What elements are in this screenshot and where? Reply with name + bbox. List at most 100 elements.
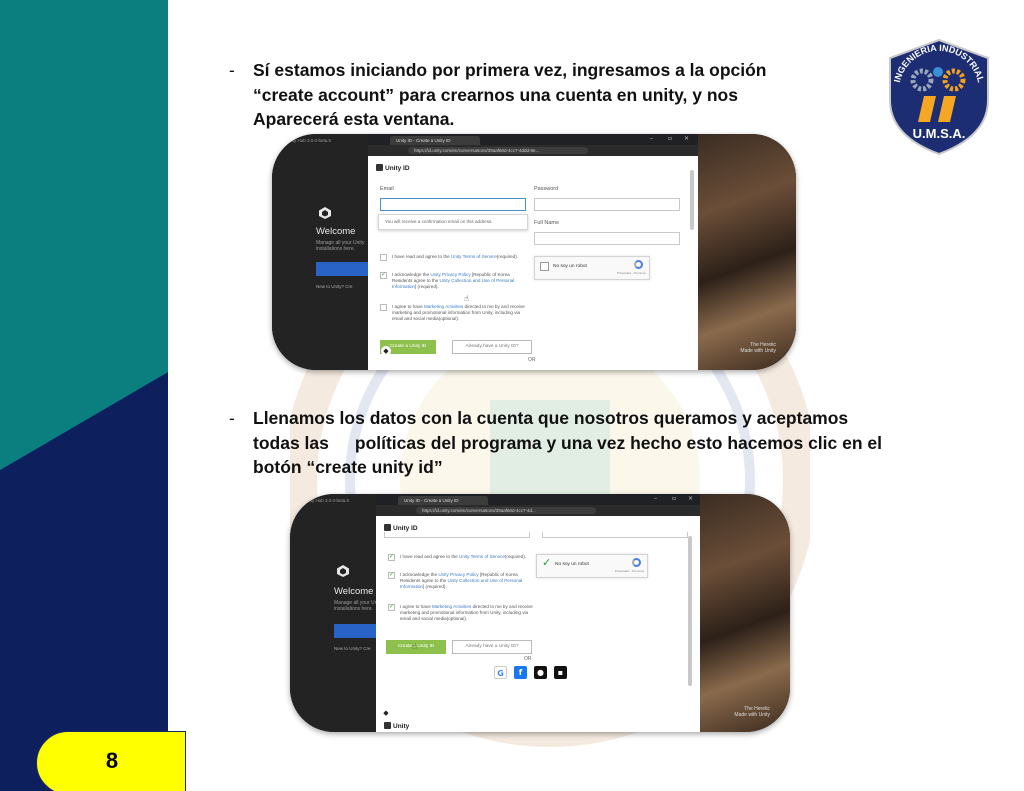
- marketing-checkbox[interactable]: [388, 603, 395, 611]
- password-field[interactable]: [534, 198, 680, 211]
- terms-text-1: I have read and agree to the: [392, 254, 450, 259]
- already-have-account-button[interactable]: Already have a Unity ID?: [452, 640, 532, 654]
- privacy-text-1: I acknowledge the: [392, 272, 430, 277]
- logo-umsa-text: U.M.S.A.: [913, 126, 966, 141]
- manage-text: Manage all your Unity installations here…: [316, 240, 365, 252]
- terms-link[interactable]: Unity Terms of Service: [459, 554, 505, 559]
- new-to-unity-text: New to Unity? Cre: [316, 284, 353, 289]
- paragraph-line: todas las políticas del programa y una ve…: [253, 431, 943, 456]
- recaptcha-checkbox[interactable]: [540, 262, 549, 271]
- page-scrollbar[interactable]: [690, 170, 694, 230]
- create-unity-id-form: Unity ID Email Password You will receive…: [368, 156, 698, 370]
- privacy-text-3: ] (required).: [414, 284, 439, 289]
- maximize-icon[interactable]: ▫: [668, 135, 672, 142]
- privacy-checkbox[interactable]: [380, 271, 387, 279]
- marketing-text: I agree to have Marketing Activities dir…: [400, 604, 536, 622]
- recaptcha-widget[interactable]: No soy un robot Privacidad - Términos: [534, 256, 650, 280]
- bullet-dash: -: [229, 60, 235, 80]
- unity-signup-screenshot-2: Unity Hub 3.0.0-beta.5 Welcome Manage al…: [290, 494, 790, 732]
- unity-cube-icon: [384, 722, 391, 729]
- privacy-link[interactable]: Unity Privacy Policy: [430, 272, 470, 277]
- privacy-link[interactable]: Unity Privacy Policy: [438, 572, 478, 577]
- bullet-dash: -: [229, 408, 235, 428]
- privacy-text: I acknowledge the Unity Privacy Policy […: [392, 272, 530, 290]
- marketing-link[interactable]: Marketing Activities: [432, 604, 471, 609]
- marketing-checkbox[interactable]: [380, 304, 387, 311]
- browser-window: Unity ID - Create a Unity ID – ▫ × https…: [368, 134, 698, 370]
- paragraph-line: Sí estamos iniciando por primera vez, in…: [253, 60, 767, 80]
- welcome-heading: Welcome: [334, 586, 374, 597]
- left-decorative-band: [0, 0, 168, 791]
- marketing-link[interactable]: Marketing Activities: [424, 304, 463, 309]
- footer-unity-brand: Unity: [384, 722, 409, 730]
- already-have-account-button[interactable]: Already have a Unity ID?: [452, 340, 532, 354]
- browser-tab[interactable]: Unity ID - Create a Unity ID: [398, 496, 488, 505]
- sign-in-button[interactable]: [316, 262, 372, 276]
- unity-id-title: Unity ID: [393, 525, 418, 532]
- email-field[interactable]: [380, 198, 526, 211]
- ingenieria-industrial-umsa-logo: INGENIERIA INDUSTRIAL U.M.S.A.: [889, 38, 989, 156]
- page-scrollbar[interactable]: [688, 536, 692, 686]
- privacy-text: I acknowledge the Unity Privacy Policy […: [400, 572, 536, 590]
- unity-signup-screenshot-1: Unity Hub 3.0.0-beta.5 Welcome Manage al…: [272, 134, 796, 370]
- hub-title: Unity Hub 3.0.0-beta.5: [286, 138, 332, 143]
- instruction-paragraph-1: - Sí estamos iniciando por primera vez, …: [229, 58, 813, 132]
- recaptcha-privacy: Privacidad - Términos: [616, 271, 646, 275]
- band-shapes: [0, 0, 168, 791]
- artwork-caption: The Heretic Made with Unity: [740, 342, 776, 354]
- shield-icon[interactable]: ◆: [381, 346, 391, 356]
- marketing-text-1: I agree to have: [392, 304, 423, 309]
- fullname-field[interactable]: [534, 232, 680, 245]
- artwork-subtitle: Made with Unity: [740, 348, 776, 354]
- url-field[interactable]: https://id.unity.com/en/conversations/39…: [408, 147, 588, 154]
- recaptcha-privacy: Privacidad - Términos: [614, 569, 644, 573]
- or-divider: OR: [528, 357, 536, 363]
- fullname-field[interactable]: [542, 532, 688, 538]
- page-number: 8: [105, 748, 119, 773]
- the-heretic-artwork: The Heretic Made with Unity: [700, 494, 790, 732]
- paragraph-line: “create account” para crearnos una cuent…: [253, 84, 738, 105]
- terms-text-1: I have read and agree to the: [400, 554, 458, 559]
- welcome-heading: Welcome: [316, 226, 356, 237]
- browser-tab-bar: Unity ID - Create a Unity ID – ▫ ×: [376, 494, 700, 505]
- minimize-icon[interactable]: –: [654, 495, 657, 502]
- close-icon[interactable]: ×: [688, 495, 693, 502]
- maximize-icon[interactable]: ▫: [672, 495, 676, 502]
- apple-login-icon[interactable]: ●: [534, 666, 547, 679]
- terms-checkbox[interactable]: [388, 553, 395, 561]
- terms-checkbox[interactable]: [380, 254, 387, 261]
- paragraph-line-start: todas las: [253, 432, 329, 453]
- terms-link[interactable]: Unity Terms of Service: [451, 254, 497, 259]
- paragraph-line: botón “create unity id”: [253, 457, 443, 477]
- recaptcha-label: No soy un robot: [553, 264, 587, 269]
- email-field[interactable]: [384, 532, 530, 538]
- mouse-cursor-icon: ☝: [464, 294, 469, 303]
- terms-text: I have read and agree to the Unity Terms…: [400, 554, 536, 560]
- recaptcha-label: No soy un robot: [555, 562, 589, 567]
- email-tooltip: You will receive a confirmation email on…: [378, 214, 528, 230]
- unity-hub-panel: Unity Hub 3.0.0-beta.5 Welcome Manage al…: [272, 134, 372, 370]
- browser-tab[interactable]: Unity ID - Create a Unity ID: [390, 136, 480, 145]
- browser-tab-bar: Unity ID - Create a Unity ID – ▫ ×: [368, 134, 698, 145]
- google-login-icon[interactable]: G: [494, 666, 507, 679]
- unity-hub-panel: Unity Hub 3.0.0-beta.5 Welcome Manage al…: [290, 494, 390, 732]
- facebook-login-icon[interactable]: f: [514, 666, 527, 679]
- unity-logo-icon: [319, 207, 331, 219]
- privacy-text-3: ] (required).: [422, 584, 447, 589]
- privacy-checkbox[interactable]: [388, 571, 395, 579]
- minimize-icon[interactable]: –: [650, 135, 653, 142]
- account-login-icon[interactable]: ▪: [554, 666, 567, 679]
- recaptcha-widget[interactable]: ✓ No soy un robot Privacidad - Términos: [536, 554, 648, 578]
- privacy-text-1: I acknowledge the: [400, 572, 438, 577]
- terms-text-2: (required).: [496, 254, 519, 259]
- close-icon[interactable]: ×: [684, 135, 689, 142]
- recaptcha-icon: [634, 260, 643, 269]
- url-field[interactable]: https://id.unity.com/en/conversations/39…: [416, 507, 596, 514]
- the-heretic-artwork: The Heretic Made with Unity: [698, 134, 796, 370]
- hub-title: Unity Hub 3.0.0-beta.5: [304, 498, 350, 503]
- paragraph-line: Aparecerá esta ventana.: [253, 109, 455, 129]
- browser-window: Unity ID - Create a Unity ID – ▫ × https…: [376, 494, 700, 732]
- shield-icon[interactable]: ◆: [381, 708, 391, 718]
- unity-id-title: Unity ID: [385, 165, 410, 172]
- recaptcha-icon: [632, 558, 641, 567]
